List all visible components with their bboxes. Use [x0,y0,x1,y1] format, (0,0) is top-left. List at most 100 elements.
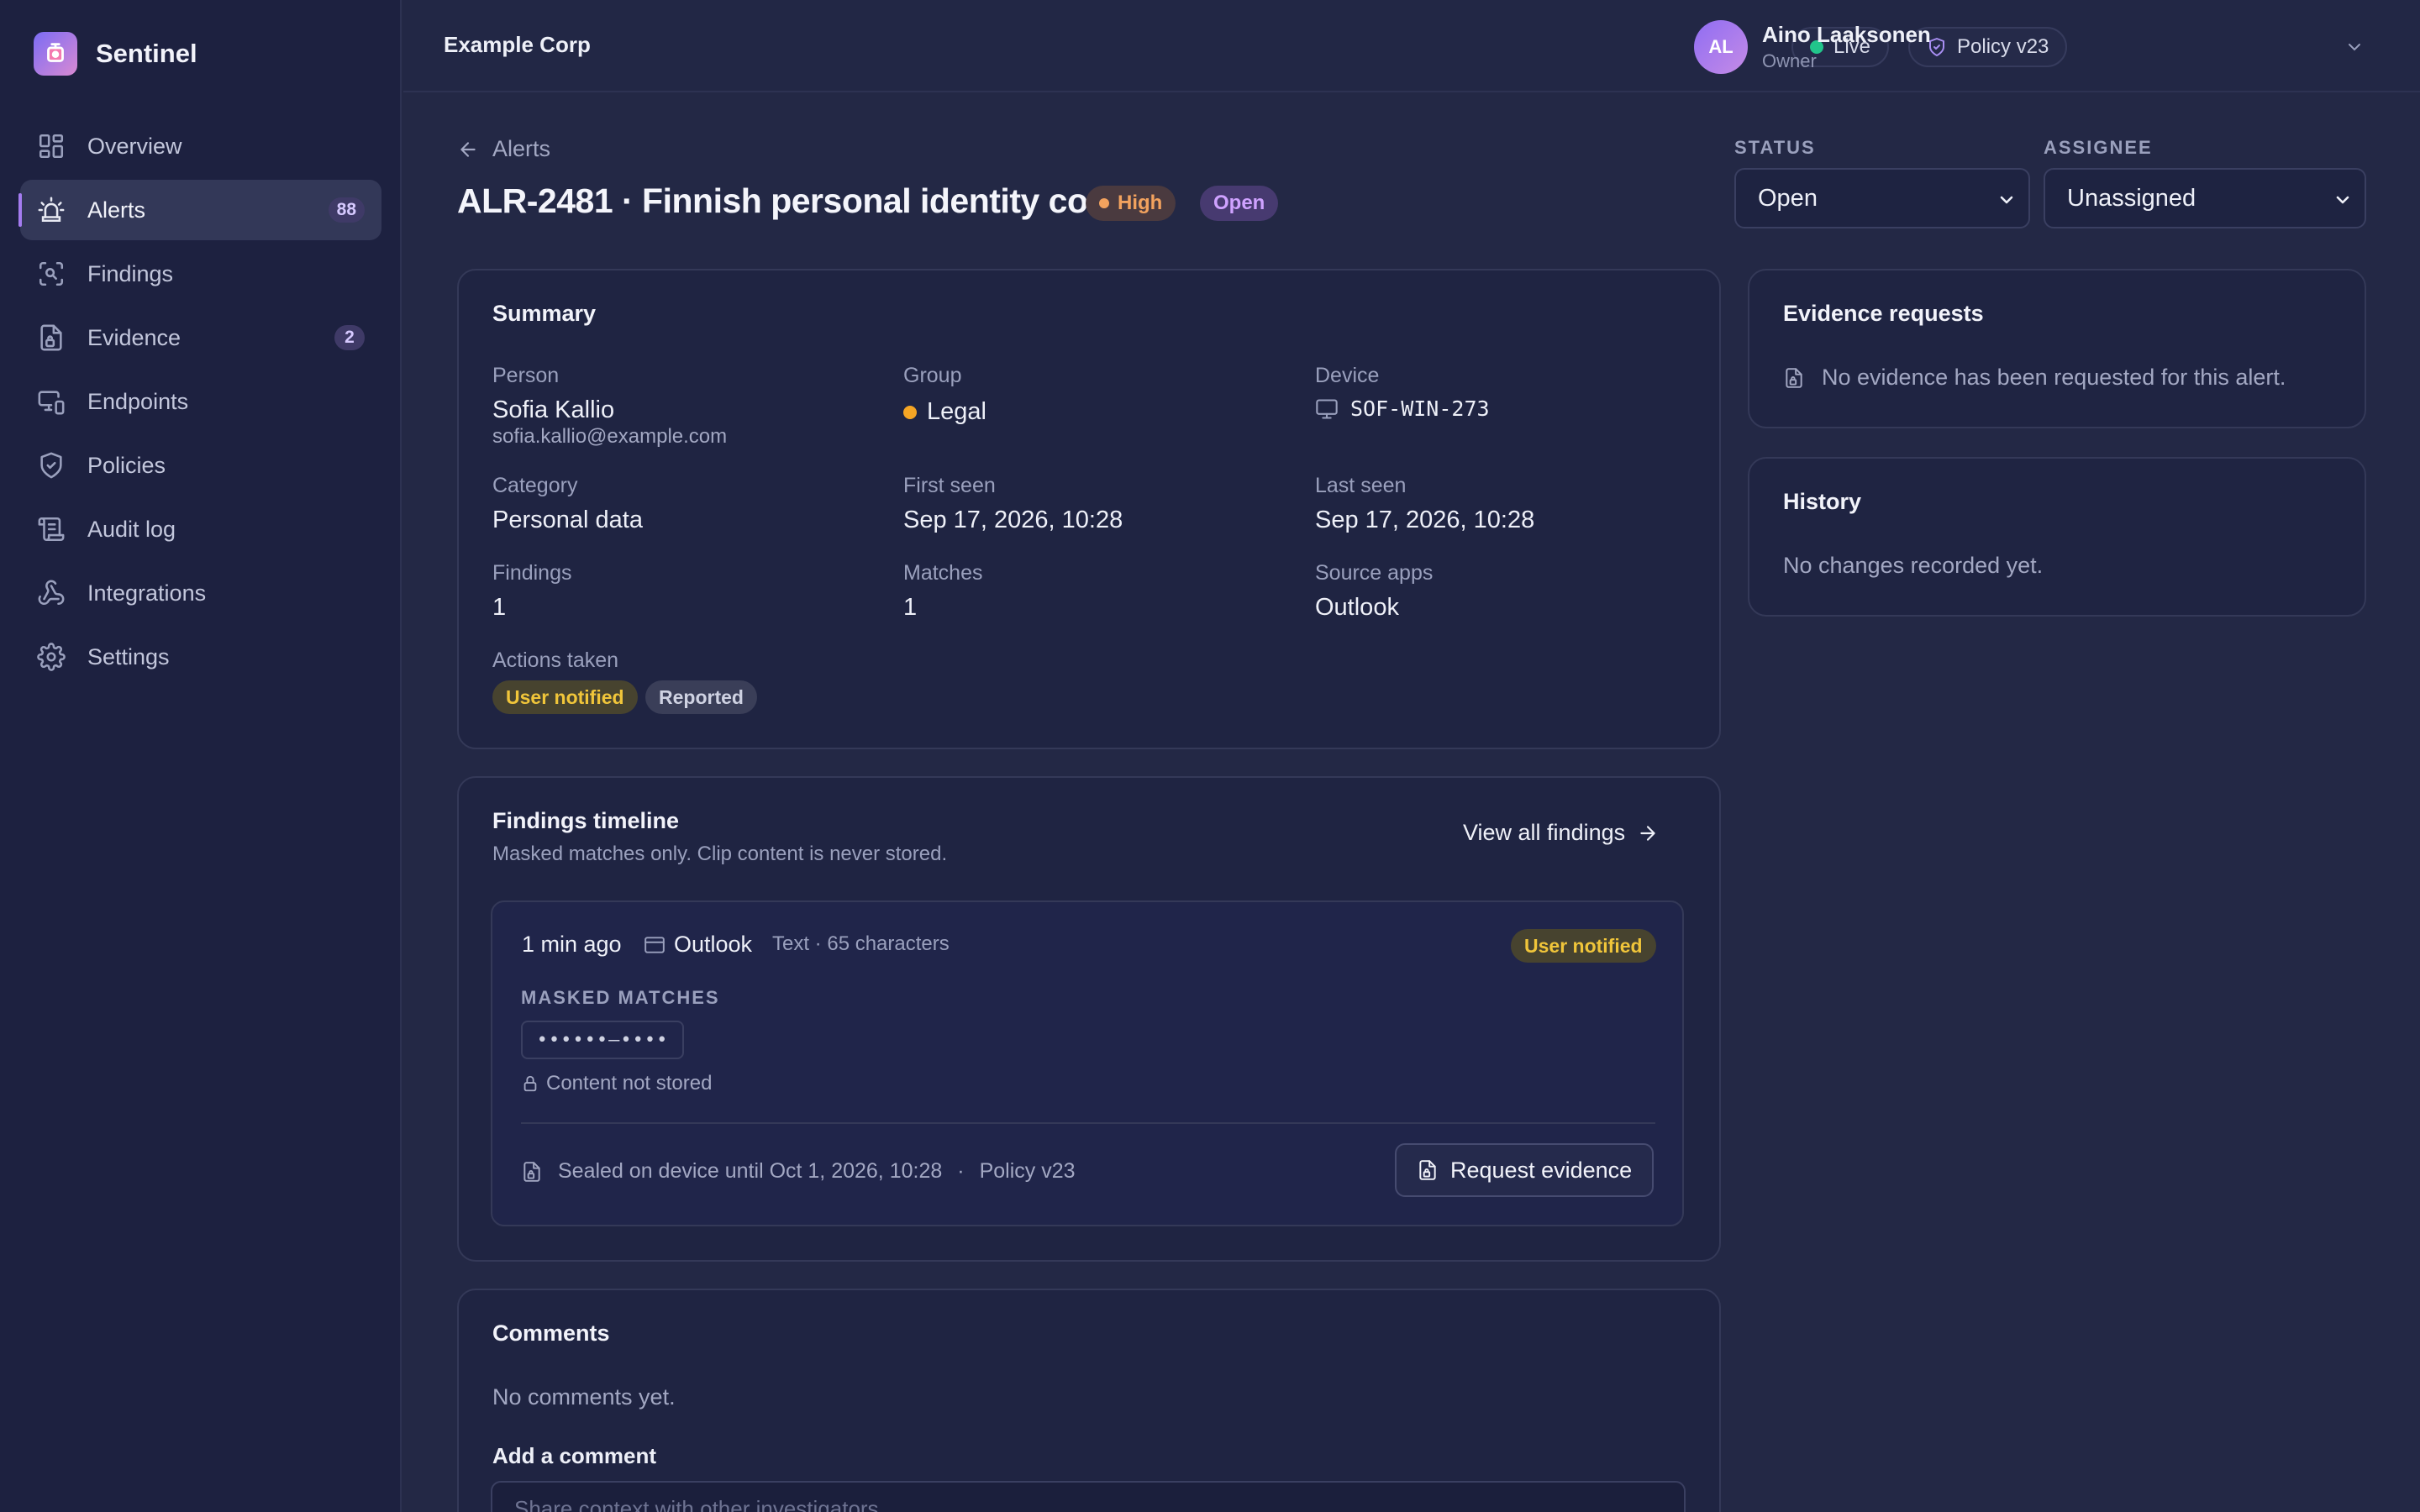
evidence-requests-title: Evidence requests [1783,301,1984,326]
sidebar-item-audit-log[interactable]: Audit log [20,499,381,559]
group-value: Legal [903,398,986,426]
finding-time: 1 min ago [522,932,622,957]
finding-app: Outlook [644,932,752,958]
comments-empty: No comments yet. [492,1384,676,1410]
brand[interactable]: Sentinel [34,32,197,76]
lock-icon [521,1074,539,1093]
page-title: ALR-2481 · Finnish personal identity cod… [457,181,1128,220]
device-label: Device [1315,364,1380,387]
timeline-subtitle: Masked matches only. Clip content is nev… [492,843,948,865]
view-all-findings-link[interactable]: View all findings [1463,820,1659,846]
sidebar-item-findings[interactable]: Findings [20,244,381,304]
findings-label: Findings [492,561,572,585]
file-lock-icon [1783,367,1805,389]
sidebar-item-policies[interactable]: Policies [20,435,381,496]
sidebar-item-label: Policies [87,452,166,478]
finding-app-name: Outlook [674,932,753,957]
sidebar-item-evidence[interactable]: Evidence 2 [20,307,381,368]
webhook-icon [37,579,66,607]
matches-value: 1 [903,594,918,621]
history-card [1748,457,2366,617]
group-label: Group [903,364,962,387]
severity-badge: High [1086,186,1176,221]
shield-check-icon [37,451,66,480]
avatar[interactable]: AL [1694,20,1748,74]
sealed-text: Sealed on device until Oct 1, 2026, 10:2… [558,1159,943,1183]
device-value[interactable]: SOF-WIN-273 [1315,396,1490,421]
sidebar-item-label: Alerts [87,197,146,223]
sidebar-item-endpoints[interactable]: Endpoints [20,371,381,432]
file-lock-icon [1417,1159,1439,1181]
status-value: Open [1758,184,1818,212]
view-all-label: View all findings [1463,820,1626,845]
scan-search-icon [37,260,66,288]
actions-label: Actions taken [492,648,619,672]
person-label: Person [492,364,560,387]
source-apps-label: Source apps [1315,561,1434,585]
comment-input[interactable]: Share context with other investigators..… [491,1481,1686,1512]
sidebar-item-label: Overview [87,133,182,159]
user-name[interactable]: Aino Laaksonen [1762,22,1931,48]
summary-title: Summary [492,301,597,326]
content-not-stored-note: Content not stored [521,1072,712,1095]
sidebar-item-overview[interactable]: Overview [20,116,381,176]
add-comment-label: Add a comment [492,1443,657,1468]
sidebar-item-label: Findings [87,260,174,286]
status-select[interactable]: Open [1734,168,2030,228]
back-link[interactable]: Alerts [457,136,550,162]
finding-status-badge: User notified [1511,929,1656,963]
category-value: Personal data [492,507,643,533]
finding-meta: Text · 65 characters [772,932,950,955]
sidebar-item-alerts[interactable]: Alerts 88 [18,180,381,240]
person-name[interactable]: Sofia Kallio [492,396,614,424]
sealed-info: Sealed on device until Oct 1, 2026, 10:2… [521,1159,1076,1184]
assignee-value: Unassigned [2067,184,2196,212]
state-badge: Open [1200,186,1279,221]
monitor-icon [1315,397,1339,421]
history-title: History [1783,489,1862,514]
sidebar-nav: Overview Alerts 88 Findings Evidence 2 E… [18,116,381,690]
masked-matches-label: MASKED MATCHES [521,987,720,1008]
sidebar-item-label: Endpoints [87,388,189,414]
chevron-down-icon [1996,190,2017,210]
evidence-empty-text: No evidence has been requested for this … [1822,365,2286,390]
sidebar-item-label: Integrations [87,580,207,606]
status-label: STATUS [1734,137,1816,158]
person-email: sofia.kallio@example.com [492,425,728,448]
findings-value: 1 [492,594,507,621]
app-window-icon [644,934,666,956]
severity-dot-icon [1099,198,1109,208]
assignee-select[interactable]: Unassigned [2044,168,2366,228]
content-note-text: Content not stored [546,1072,713,1095]
file-lock-icon [521,1161,543,1183]
topbar: Example Corp [403,0,2420,92]
source-apps-value: Outlook [1315,594,1399,621]
group-name: Legal [927,398,986,425]
request-evidence-button[interactable]: Request evidence [1395,1143,1655,1197]
grid-icon [37,132,66,160]
arrow-left-icon [457,139,479,160]
history-empty: No changes recorded yet. [1783,553,2044,578]
separator-dot: · [957,1159,965,1183]
sidebar-item-label: Evidence [87,324,182,350]
policy-version-pill[interactable]: Policy v23 [1908,27,2068,67]
scroll-text-icon [37,515,66,543]
org-name[interactable]: Example Corp [444,32,591,58]
sidebar-item-label: Settings [87,643,170,669]
sidebar-item-integrations[interactable]: Integrations [20,563,381,623]
sidebar-item-label: Audit log [87,516,176,542]
alerts-count-badge: 88 [328,197,365,223]
monitor-smartphone-icon [37,387,66,416]
timeline-title: Findings timeline [492,808,680,833]
chevron-down-icon[interactable] [2344,37,2365,57]
arrow-right-icon [1637,822,1659,844]
last-seen-value: Sep 17, 2026, 10:28 [1315,507,1535,533]
app-name: Sentinel [96,39,197,68]
evidence-requests-empty: No evidence has been requested for this … [1783,365,2286,391]
sidebar-item-settings[interactable]: Settings [20,627,381,687]
severity-label: High [1118,192,1163,214]
evidence-requests-card [1748,269,2366,428]
category-label: Category [492,474,578,497]
first-seen-label: First seen [903,474,996,497]
gear-icon [37,643,66,671]
